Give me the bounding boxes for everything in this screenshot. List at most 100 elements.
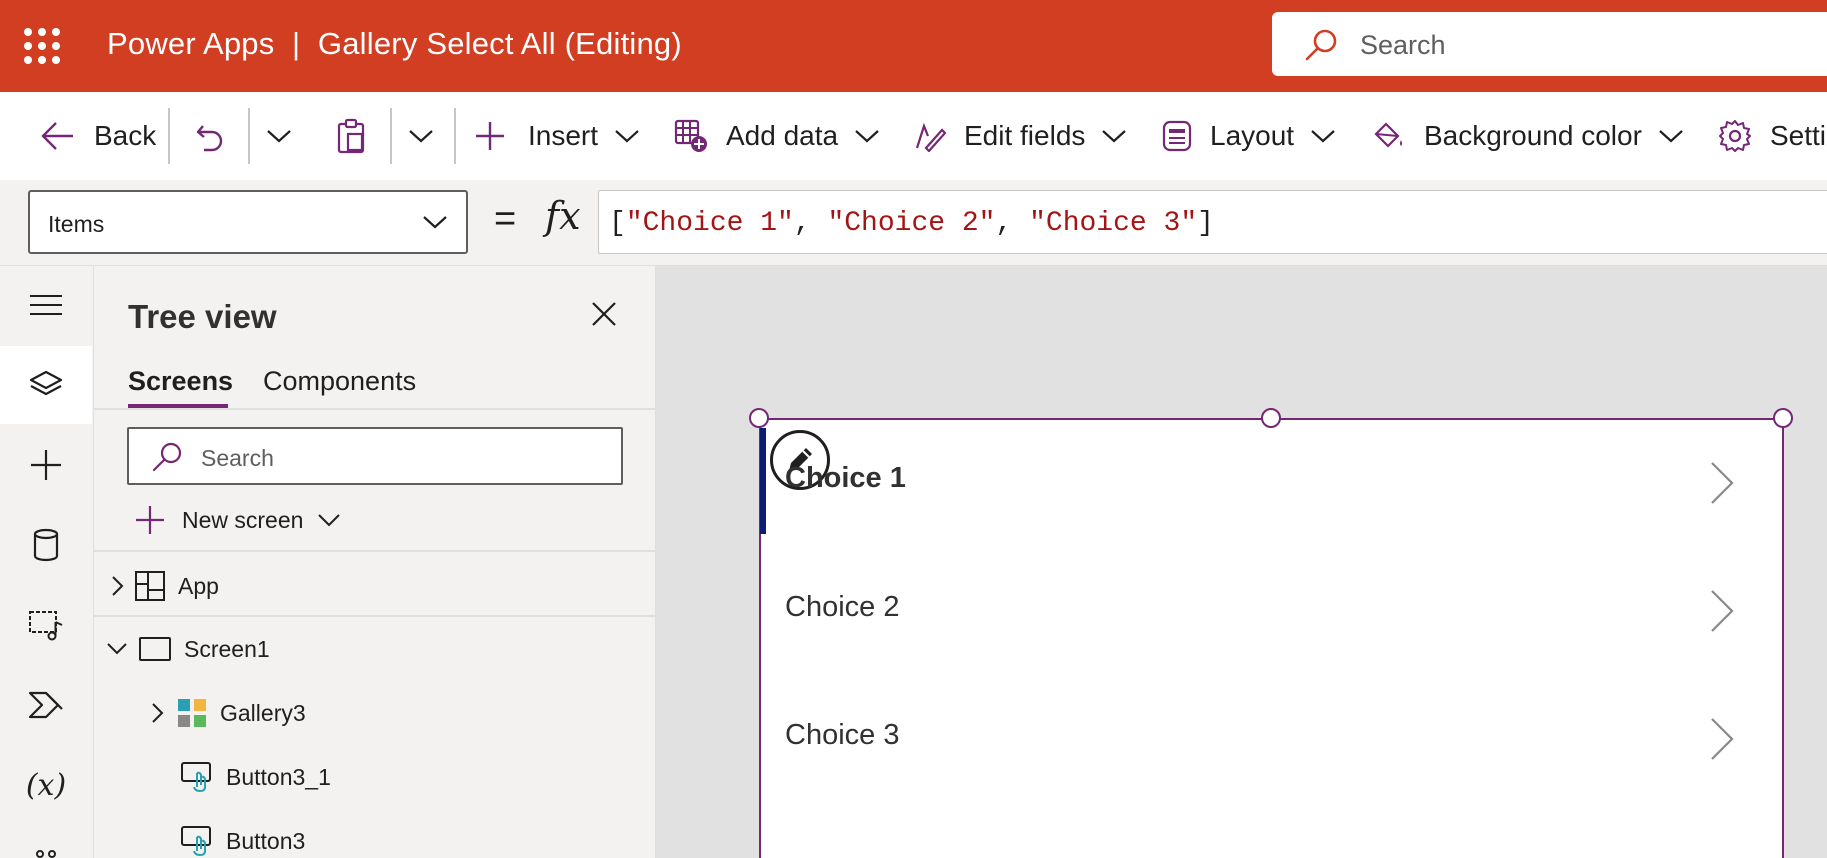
resize-handle-top-right[interactable] xyxy=(1773,408,1793,428)
formula-input[interactable]: ["Choice 1", "Choice 2", "Choice 3"] xyxy=(598,190,1827,254)
undo-icon xyxy=(196,125,223,152)
property-value: Items xyxy=(48,211,105,237)
chevron-right-icon[interactable] xyxy=(1708,716,1736,762)
global-search-placeholder: Search xyxy=(1360,30,1446,60)
chevron-down-icon xyxy=(107,643,127,655)
gallery-row-label[interactable]: Choice 3 xyxy=(785,719,899,752)
tree-node-button3-1[interactable]: Button3_1 xyxy=(180,752,331,802)
layers-icon xyxy=(29,370,63,396)
chevron-right-icon[interactable] xyxy=(1708,588,1736,634)
layout-label: Layout xyxy=(1210,120,1295,151)
insert-button[interactable]: Insert xyxy=(474,92,640,180)
gallery-row-label[interactable]: Choice 2 xyxy=(785,591,899,624)
chevron-down-icon xyxy=(1659,130,1683,143)
chevron-right-icon[interactable] xyxy=(1708,460,1736,506)
app-launcher-icon[interactable] xyxy=(24,28,60,64)
formula-text: ["Choice 1", "Choice 2", "Choice 3"] xyxy=(609,208,1214,239)
add-data-button[interactable]: Add data xyxy=(674,92,880,180)
tree-node-button3[interactable]: Button3 xyxy=(180,816,305,858)
hamburger-menu-button[interactable] xyxy=(0,266,92,344)
fx-icon[interactable]: fx xyxy=(545,194,581,238)
divider xyxy=(94,408,656,410)
more-rail-button[interactable] xyxy=(0,826,92,858)
close-icon[interactable] xyxy=(590,300,618,328)
settings-button[interactable]: Setti xyxy=(1718,92,1826,180)
tab-screens[interactable]: Screens xyxy=(128,366,233,397)
power-automate-rail-button[interactable] xyxy=(0,666,92,744)
background-color-button[interactable]: Background color xyxy=(1372,92,1684,180)
app-header: Power Apps | Gallery Select All (Editing… xyxy=(0,0,1827,92)
arrow-left-icon xyxy=(41,122,73,150)
resize-handle-top-center[interactable] xyxy=(1261,408,1281,428)
formula-bracket-close: ] xyxy=(1197,208,1214,239)
tree-search-input[interactable]: Search xyxy=(127,427,623,485)
tree-node-app[interactable]: App xyxy=(110,561,219,611)
formula-bar: Items = fx ["Choice 1", "Choice 2", "Cho… xyxy=(0,180,1827,266)
tree-view-title: Tree view xyxy=(128,298,277,335)
variables-icon: (x) xyxy=(25,767,67,803)
data-rail-button[interactable] xyxy=(0,506,92,584)
database-icon xyxy=(33,528,59,562)
divider xyxy=(248,108,250,164)
add-table-icon xyxy=(674,119,707,152)
tree-node-label: Gallery3 xyxy=(220,699,306,726)
clipboard-icon xyxy=(337,118,365,154)
chevron-down-icon xyxy=(409,130,433,143)
formula-bracket-open: [ xyxy=(609,208,626,239)
tree-node-label: Button3_1 xyxy=(226,763,331,790)
tree-node-gallery3[interactable]: Gallery3 xyxy=(150,688,306,738)
tree-view-button[interactable] xyxy=(0,346,92,424)
media-rail-button[interactable] xyxy=(0,586,92,664)
formula-string-2: "Choice 2" xyxy=(827,208,996,239)
chevron-down-icon xyxy=(267,130,291,143)
paste-dropdown-button[interactable] xyxy=(408,92,434,180)
resize-handle-top-left[interactable] xyxy=(749,408,769,428)
divider xyxy=(454,108,456,164)
tree-node-label: Button3 xyxy=(226,827,306,854)
formula-separator: , xyxy=(995,208,1030,239)
search-icon xyxy=(1305,29,1337,61)
more-tools-icon xyxy=(36,850,56,858)
tree-node-screen1[interactable]: Screen1 xyxy=(106,624,270,674)
divider xyxy=(94,615,656,617)
gallery-control[interactable] xyxy=(759,418,1784,858)
global-search-box[interactable]: Search xyxy=(1272,12,1827,76)
chevron-down-icon xyxy=(423,216,447,229)
chevron-down-icon xyxy=(318,514,341,527)
plus-icon xyxy=(476,122,504,150)
undo-button[interactable] xyxy=(194,92,226,180)
background-color-label: Background color xyxy=(1424,120,1642,151)
settings-label: Setti xyxy=(1770,120,1827,151)
divider xyxy=(390,108,392,164)
layout-icon xyxy=(1162,120,1192,152)
formula-string-1: "Choice 1" xyxy=(625,208,794,239)
plus-icon xyxy=(31,450,61,480)
button-icon xyxy=(181,762,211,793)
app-title: Power Apps | Gallery Select All (Editing… xyxy=(107,26,682,61)
new-screen-button[interactable]: New screen xyxy=(134,500,341,540)
variables-rail-button[interactable]: (x) xyxy=(0,746,92,824)
equals-sign: = xyxy=(494,198,517,240)
hamburger-icon xyxy=(30,295,62,315)
tree-node-label: Screen1 xyxy=(184,635,270,662)
edit-fields-button[interactable]: Edit fields xyxy=(914,92,1127,180)
app-icon xyxy=(135,571,165,601)
insert-label: Insert xyxy=(528,120,599,151)
gallery-row-label[interactable]: Choice 1 xyxy=(785,462,906,495)
property-dropdown[interactable]: Items xyxy=(28,190,468,254)
tab-components[interactable]: Components xyxy=(263,366,416,397)
layout-button[interactable]: Layout xyxy=(1162,92,1336,180)
left-rail: (x) xyxy=(0,266,94,858)
chevron-right-icon xyxy=(112,576,124,596)
new-screen-label: New screen xyxy=(182,506,304,533)
formula-string-3: "Choice 3" xyxy=(1029,208,1198,239)
insert-rail-button[interactable] xyxy=(0,426,92,504)
back-button[interactable]: Back xyxy=(40,92,156,180)
gear-icon xyxy=(1719,120,1751,152)
undo-dropdown-button[interactable] xyxy=(266,92,292,180)
screen-icon xyxy=(139,637,171,661)
paste-button[interactable] xyxy=(336,92,368,180)
back-label: Back xyxy=(94,120,157,151)
chevron-down-icon xyxy=(855,130,879,143)
command-bar: Back Insert Add data Edit fields Layout … xyxy=(0,92,1827,180)
